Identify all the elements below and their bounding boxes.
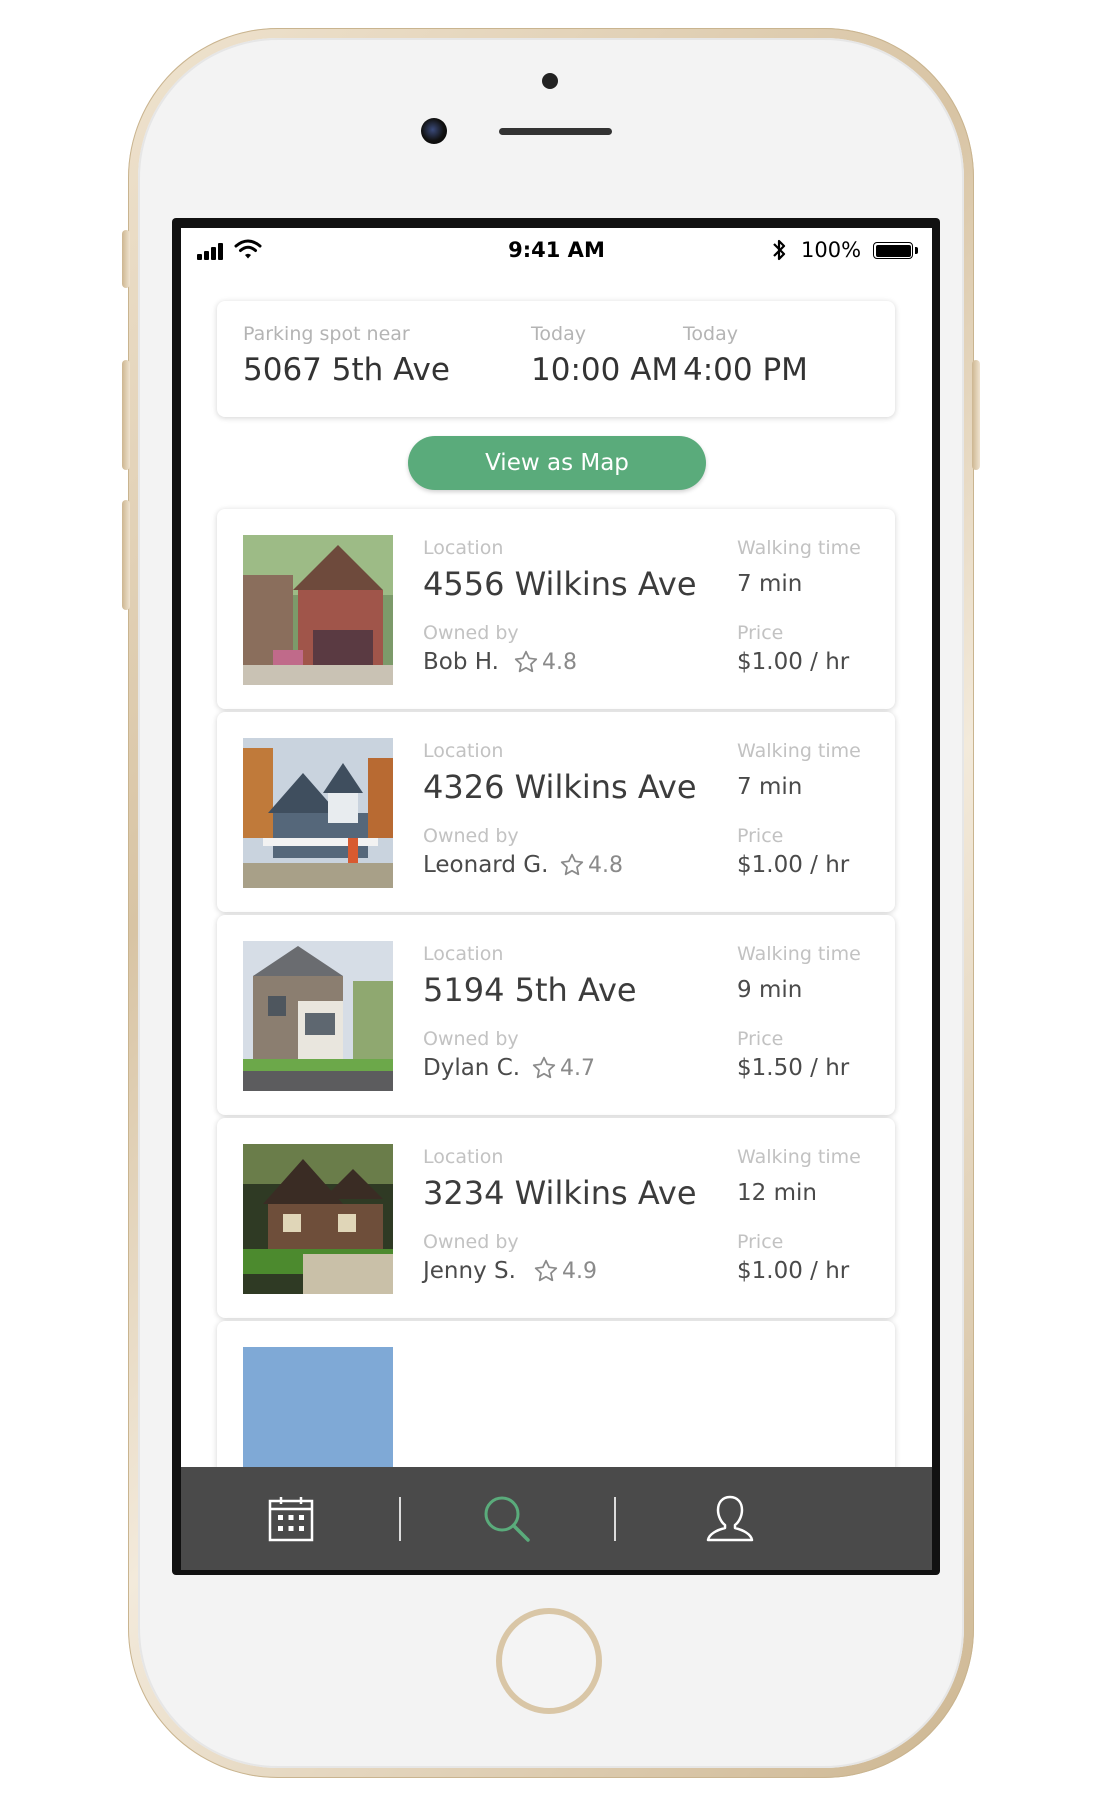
walking-time-label: Walking time (737, 943, 861, 965)
location-label: Location (423, 537, 504, 559)
star-icon (514, 650, 538, 673)
tab-search[interactable] (447, 1467, 567, 1570)
listing-owner: Dylan C. (423, 1055, 521, 1081)
owner-label: Owned by (423, 825, 519, 847)
calendar-icon (268, 1496, 314, 1541)
walking-time-label: Walking time (737, 537, 861, 559)
bluetooth-icon (773, 239, 786, 261)
tab-divider (614, 1497, 616, 1541)
walking-time-value: 7 min (737, 571, 803, 597)
listing-photo (243, 738, 393, 888)
price-value: $1.00 / hr (737, 649, 850, 675)
rating-value: 4.7 (560, 1055, 595, 1081)
status-bar: 9:41 AM 100% (181, 228, 932, 278)
front-camera (421, 118, 447, 144)
listing-card[interactable]: Location 5194 5th Ave Owned by Dylan C. … (217, 915, 895, 1115)
star-icon (532, 1056, 556, 1079)
listing-photo (243, 1144, 393, 1294)
price-label: Price (737, 1231, 784, 1253)
star-icon (560, 853, 584, 876)
battery-tip (915, 247, 918, 254)
listing-location: 3234 Wilkins Ave (423, 1174, 697, 1212)
listing-card[interactable]: Location 3234 Wilkins Ave Owned by Jenny… (217, 1118, 895, 1318)
owner-label: Owned by (423, 1231, 519, 1253)
listing-card[interactable]: Location 4556 Wilkins Ave Owned by Bob H… (217, 509, 895, 709)
walking-time-label: Walking time (737, 740, 861, 762)
listing-owner: Leonard G. (423, 852, 549, 878)
location-field-value[interactable]: 5067 5th Ave (243, 352, 450, 388)
listing-location: 5194 5th Ave (423, 971, 637, 1009)
rating-value: 4.8 (588, 852, 623, 878)
walking-time-value: 12 min (737, 1180, 817, 1206)
location-label: Location (423, 943, 504, 965)
walking-time-label: Walking time (737, 1146, 861, 1168)
earpiece-speaker (499, 128, 612, 135)
walking-time-value: 7 min (737, 774, 803, 800)
volume-down-button (122, 500, 130, 610)
owner-rating: 4.7 (531, 1055, 595, 1081)
proximity-sensor (542, 73, 558, 89)
listing-location: 4326 Wilkins Ave (423, 768, 697, 806)
price-value: $1.00 / hr (737, 1258, 850, 1284)
battery-icon (873, 242, 913, 259)
walking-time-value: 9 min (737, 977, 803, 1003)
end-date-label: Today (683, 323, 738, 345)
price-value: $1.50 / hr (737, 1055, 850, 1081)
listing-card[interactable]: Location 4326 Wilkins Ave Owned by Leona… (217, 712, 895, 912)
mute-switch (122, 230, 130, 288)
start-date-label: Today (531, 323, 586, 345)
app-screen: 9:41 AM 100% Parking spot near 5067 5th … (181, 228, 932, 1570)
owner-label: Owned by (423, 1028, 519, 1050)
tab-bookings[interactable] (231, 1467, 351, 1570)
start-time-value[interactable]: 10:00 AM (531, 352, 678, 388)
search-icon (484, 1496, 530, 1542)
price-label: Price (737, 825, 784, 847)
tab-profile[interactable] (670, 1467, 790, 1570)
listing-location: 4556 Wilkins Ave (423, 565, 697, 603)
owner-rating: 4.8 (559, 852, 623, 878)
listing-photo (243, 535, 393, 685)
bottom-tab-bar (181, 1467, 932, 1570)
listing-owner: Bob H. (423, 649, 499, 675)
battery-percentage: 100% (801, 238, 862, 262)
owner-label: Owned by (423, 622, 519, 644)
location-field-label: Parking spot near (243, 323, 410, 345)
rating-value: 4.9 (562, 1258, 597, 1284)
listing-owner: Jenny S. (423, 1258, 516, 1284)
location-label: Location (423, 1146, 504, 1168)
price-value: $1.00 / hr (737, 852, 850, 878)
power-button (972, 360, 980, 470)
price-label: Price (737, 622, 784, 644)
end-time-value[interactable]: 4:00 PM (683, 352, 808, 388)
home-button[interactable] (496, 1608, 602, 1714)
owner-rating: 4.8 (513, 649, 577, 675)
profile-icon (706, 1495, 754, 1541)
search-summary-card[interactable]: Parking spot near 5067 5th Ave Today 10:… (217, 301, 895, 417)
volume-up-button (122, 360, 130, 470)
rating-value: 4.8 (542, 649, 577, 675)
tab-divider (399, 1497, 401, 1541)
location-label: Location (423, 740, 504, 762)
price-label: Price (737, 1028, 784, 1050)
owner-rating: 4.9 (533, 1258, 597, 1284)
star-icon (534, 1259, 558, 1282)
listing-photo (243, 941, 393, 1091)
view-as-map-button[interactable]: View as Map (408, 436, 706, 490)
